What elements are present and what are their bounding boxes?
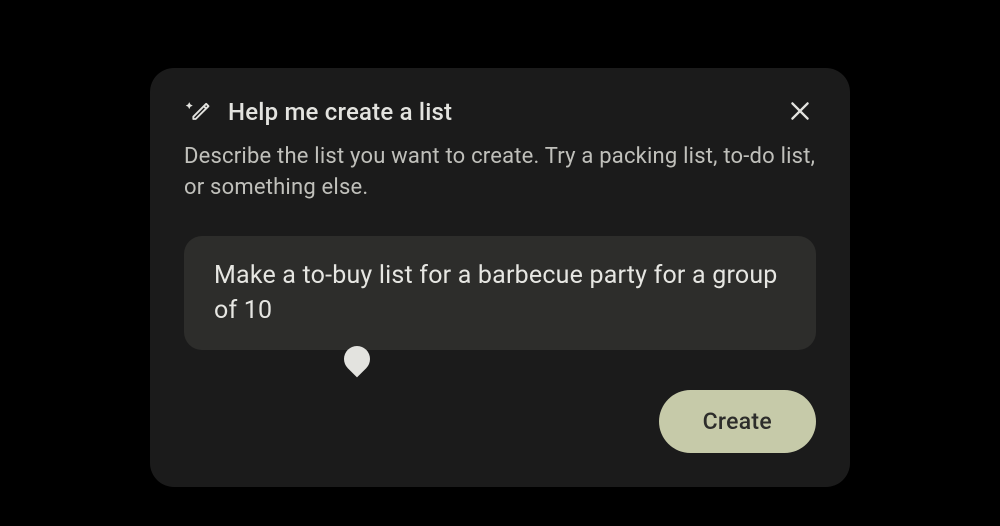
- input-wrapper: Make a to-buy list for a barbecue party …: [184, 236, 816, 350]
- close-button[interactable]: [784, 96, 816, 128]
- magic-pen-icon: [184, 98, 212, 126]
- close-icon: [787, 98, 813, 127]
- dialog-subtitle: Describe the list you want to create. Tr…: [184, 142, 816, 204]
- create-button[interactable]: Create: [659, 390, 816, 453]
- button-row: Create: [184, 390, 816, 453]
- dialog-title: Help me create a list: [228, 98, 768, 126]
- dialog-header: Help me create a list: [184, 96, 816, 128]
- create-list-dialog: Help me create a list Describe the list …: [150, 68, 850, 487]
- list-description-input[interactable]: Make a to-buy list for a barbecue party …: [184, 236, 816, 350]
